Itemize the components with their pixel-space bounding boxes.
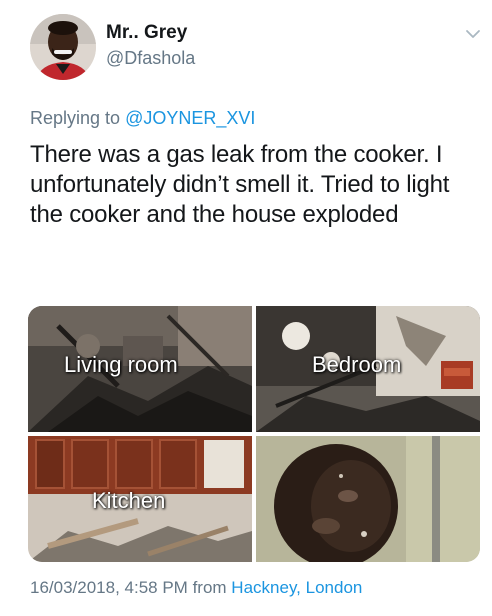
media-grid: Living room Bedroom Kitchen	[28, 306, 480, 562]
avatar[interactable]	[30, 14, 96, 80]
timestamp[interactable]: 16/03/2018, 4:58 PM	[30, 578, 188, 597]
media-label-living-room: Living room	[64, 352, 178, 377]
media-tile-living-room[interactable]: Living room	[28, 306, 252, 432]
media-tile-portrait[interactable]	[256, 436, 480, 562]
media-label-kitchen: Kitchen	[92, 488, 166, 513]
user-handle[interactable]: @Dfashola	[106, 48, 195, 69]
reply-mention-link[interactable]: @JOYNER_XVI	[125, 108, 255, 128]
replying-to-prefix: Replying to	[30, 108, 126, 128]
avatar-photo	[30, 14, 96, 80]
chevron-down-icon[interactable]	[465, 28, 481, 40]
media-label-bedroom: Bedroom	[312, 352, 402, 377]
location-link[interactable]: Hackney, London	[231, 578, 362, 597]
display-name[interactable]: Mr.. Grey	[106, 22, 187, 44]
replying-to: Replying to @JOYNER_XVI	[30, 108, 255, 129]
tweet-meta: 16/03/2018, 4:58 PM from Hackney, London	[30, 578, 362, 598]
tweet-card: Mr.. Grey @Dfashola Replying to @JOYNER_…	[0, 0, 492, 616]
from-text: from	[187, 578, 232, 597]
portrait-photo	[256, 436, 480, 562]
media-tile-kitchen[interactable]: Kitchen	[28, 436, 252, 562]
media-tile-bedroom[interactable]: Bedroom	[256, 306, 480, 432]
tweet-text: There was a gas leak from the cooker. I …	[30, 141, 450, 228]
